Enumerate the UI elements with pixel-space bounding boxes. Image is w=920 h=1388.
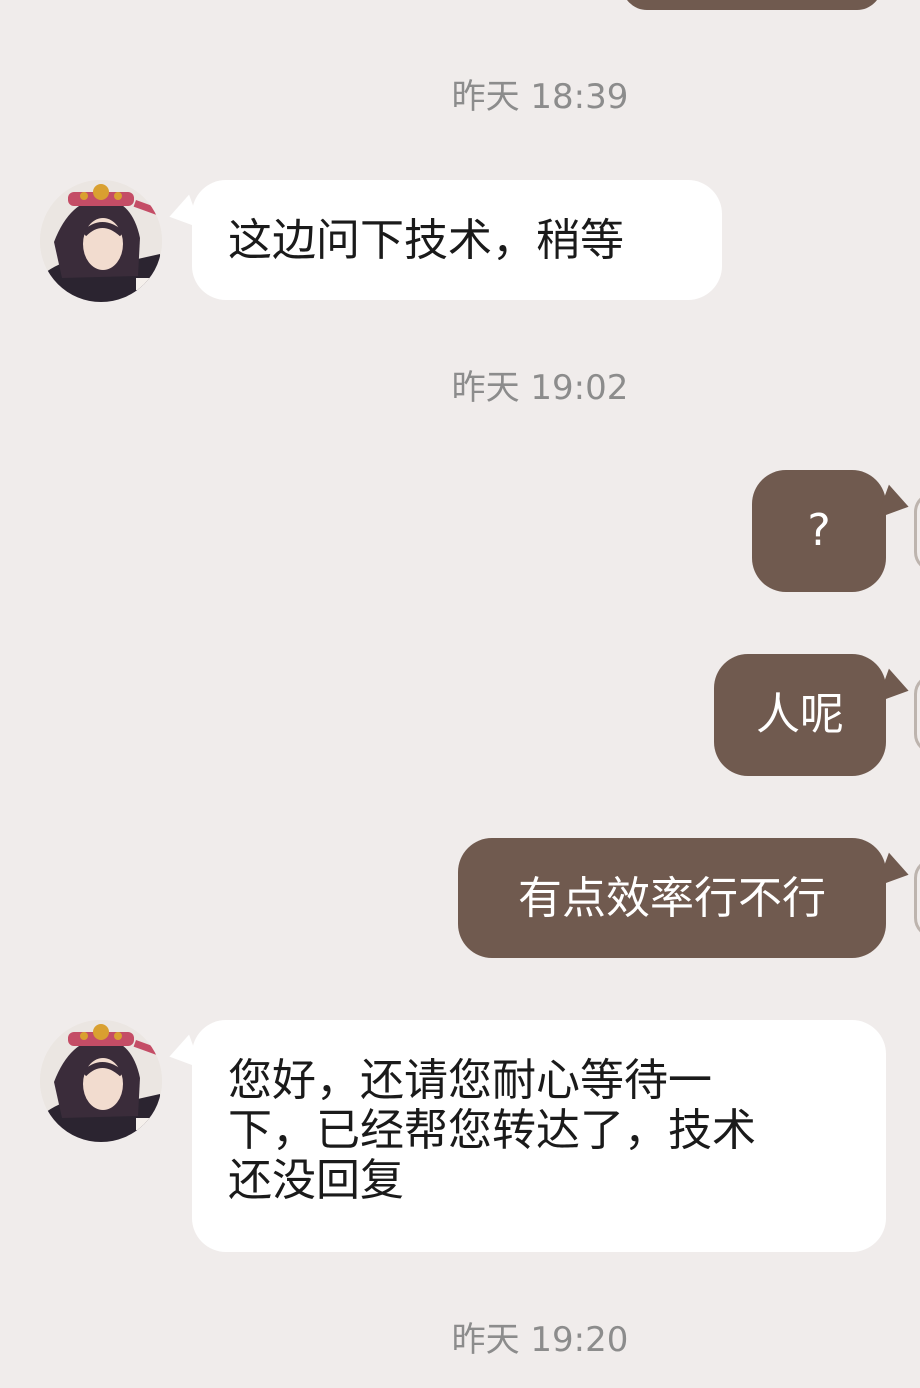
outgoing-message-bubble[interactable]: ? <box>752 470 914 592</box>
agent-avatar[interactable] <box>40 1020 162 1142</box>
message-text: 人呢 <box>756 689 844 740</box>
timestamp: 昨天 19:20 <box>451 1320 629 1360</box>
agent-avatar[interactable] <box>40 180 162 302</box>
timestamp: 昨天 18:39 <box>451 77 629 117</box>
message-line: 您好，还请您耐心等待一 <box>228 1055 712 1106</box>
outgoing-bubble-partial[interactable] <box>622 0 882 10</box>
message-text: 这边问下技术，稍等 <box>228 215 624 266</box>
incoming-message-bubble[interactable]: 这边问下技术，稍等 <box>164 180 722 300</box>
message-line: 还没回复 <box>228 1155 404 1206</box>
message-text: ? <box>807 505 831 556</box>
bubble-tail <box>164 194 202 238</box>
bubble-tail <box>876 852 914 896</box>
agent-avatar-illustration <box>40 1020 162 1142</box>
message-line: 下，已经帮您转达了，技术 <box>228 1105 756 1156</box>
incoming-message-bubble[interactable]: 您好，还请您耐心等待一 下，已经帮您转达了，技术 还没回复 <box>164 1020 886 1252</box>
bubble-tail <box>876 484 914 528</box>
self-avatar-edge[interactable] <box>914 492 920 572</box>
bubble-tail <box>164 1034 202 1078</box>
message-text: 有点效率行不行 <box>518 873 826 924</box>
outgoing-message-bubble[interactable]: 人呢 <box>714 654 914 776</box>
self-avatar-edge[interactable] <box>914 858 920 938</box>
bubble-tail <box>876 668 914 712</box>
timestamp: 昨天 19:02 <box>451 368 629 408</box>
self-avatar-edge[interactable] <box>914 674 920 754</box>
agent-avatar-illustration <box>40 180 162 302</box>
outgoing-message-bubble[interactable]: 有点效率行不行 <box>458 838 914 958</box>
